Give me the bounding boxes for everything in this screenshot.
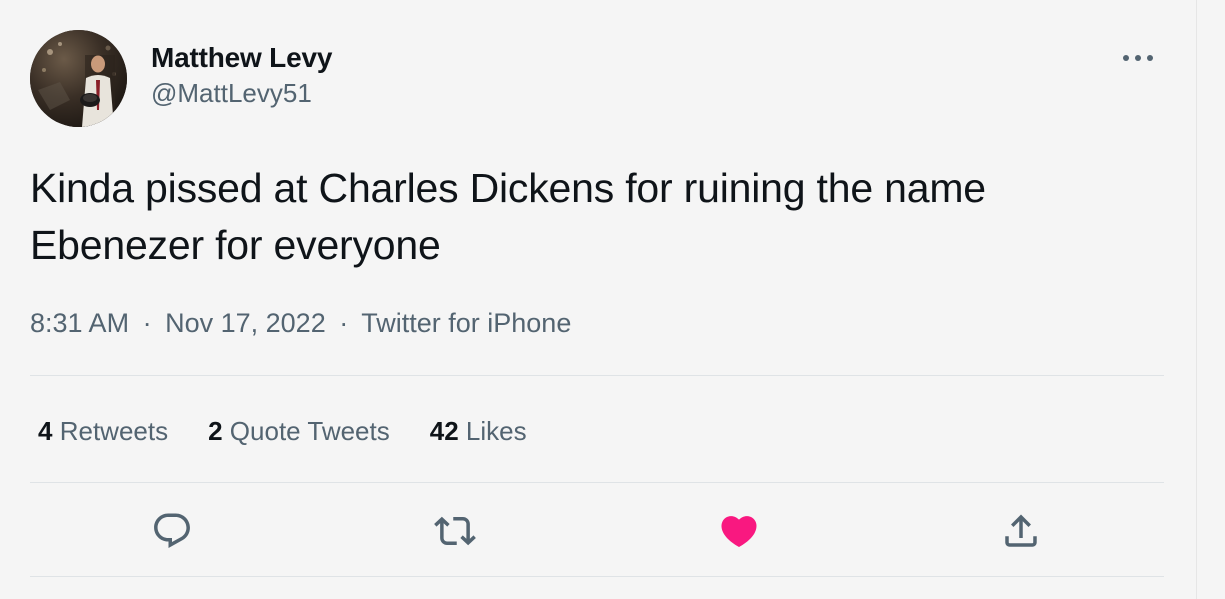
divider <box>30 375 1164 376</box>
divider <box>30 576 1164 577</box>
avatar[interactable] <box>30 30 127 127</box>
quote-tweets-count: 2 <box>208 416 223 446</box>
author-handle[interactable]: @MattLevy51 <box>151 76 332 110</box>
meta-separator: · <box>142 308 152 338</box>
quote-tweets-label: Quote Tweets <box>229 416 390 446</box>
more-dots-icon <box>1123 55 1153 61</box>
tweet-source[interactable]: Twitter for iPhone <box>361 308 571 338</box>
tweet-page: Matthew Levy @MattLevy51 Kinda pissed at… <box>0 0 1225 599</box>
column-divider <box>1196 0 1197 599</box>
reply-button[interactable] <box>144 498 200 564</box>
quote-tweets-stat[interactable]: 2 Quote Tweets <box>208 411 390 451</box>
share-icon <box>1005 514 1037 547</box>
tweet-metadata: 8:31 AM · Nov 17, 2022 · Twitter for iPh… <box>30 303 571 343</box>
avatar-photo-icon <box>30 30 127 127</box>
author-display-name[interactable]: Matthew Levy <box>151 40 332 76</box>
tweet-text: Kinda pissed at Charles Dickens for ruin… <box>30 165 986 268</box>
tweet-time[interactable]: 8:31 AM <box>30 308 129 338</box>
share-button[interactable] <box>993 498 1049 564</box>
like-button[interactable] <box>711 498 767 564</box>
meta-separator: · <box>339 308 349 338</box>
author-names: Matthew Levy @MattLevy51 <box>151 40 332 110</box>
retweet-button[interactable] <box>427 498 483 564</box>
tweet-actions <box>30 498 1164 564</box>
divider <box>30 482 1164 483</box>
tweet-header: Matthew Levy @MattLevy51 <box>30 30 1164 128</box>
retweets-count: 4 <box>38 416 53 446</box>
retweets-stat[interactable]: 4 Retweets <box>38 411 168 451</box>
reply-icon <box>154 513 190 548</box>
likes-count: 42 <box>429 416 459 446</box>
heart-icon <box>721 516 757 548</box>
likes-stat[interactable]: 42 Likes <box>430 411 527 451</box>
retweet-icon <box>434 516 476 546</box>
more-options-button[interactable] <box>1112 38 1164 78</box>
tweet-detail: Matthew Levy @MattLevy51 Kinda pissed at… <box>30 0 1164 599</box>
tweet-date[interactable]: Nov 17, 2022 <box>165 308 326 338</box>
engagement-stats: 4 Retweets 2 Quote Tweets 42 Likes <box>38 411 567 451</box>
retweets-label: Retweets <box>59 416 169 446</box>
likes-label: Likes <box>465 416 527 446</box>
